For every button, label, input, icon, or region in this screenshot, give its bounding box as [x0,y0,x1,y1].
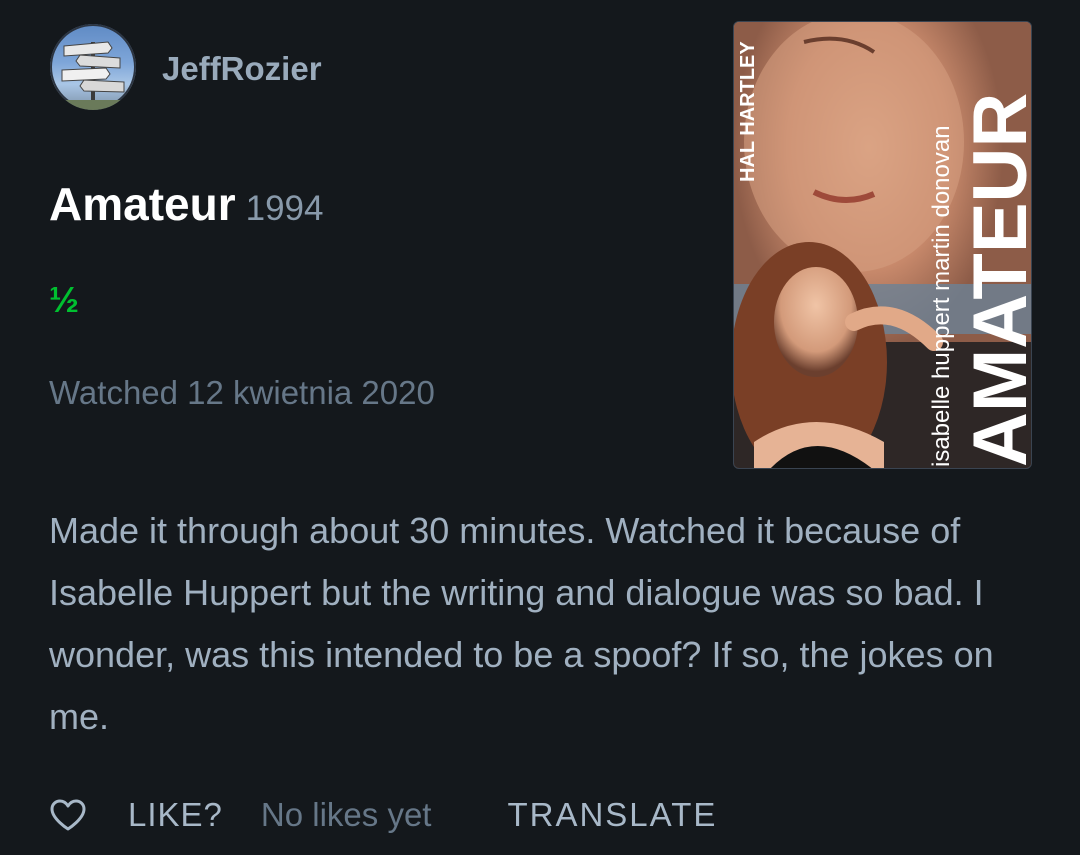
star-rating: ½ [49,279,80,320]
poster-cast: isabelle huppert martin donovan [928,125,955,467]
watched-date: Watched 12 kwietnia 2020 [49,374,435,411]
poster-art: HAL HARTLEY isabelle huppert martin dono… [734,22,1032,468]
username[interactable]: JeffRozier [162,48,322,90]
translate-button[interactable]: TRANSLATE [507,796,717,834]
signpost-avatar-icon [50,41,136,110]
poster-title: AMATEUR [958,93,1032,467]
user-avatar[interactable] [50,24,136,110]
poster-director: HAL HARTLEY [737,41,759,182]
like-button[interactable]: LIKE? [128,796,223,834]
review-body: Made it through about 30 minutes. Watche… [49,500,1049,748]
likes-count: No likes yet [260,796,432,833]
film-year[interactable]: 1994 [246,189,324,228]
review-text: Made it through about 30 minutes. Watche… [49,510,994,737]
review-actions: LIKE? No likes yet TRANSLATE [49,790,717,840]
film-poster[interactable]: HAL HARTLEY isabelle huppert martin dono… [733,21,1032,469]
film-heading: Amateur 1994 [49,176,323,244]
heart-icon[interactable] [49,798,87,832]
film-title[interactable]: Amateur [49,178,236,230]
